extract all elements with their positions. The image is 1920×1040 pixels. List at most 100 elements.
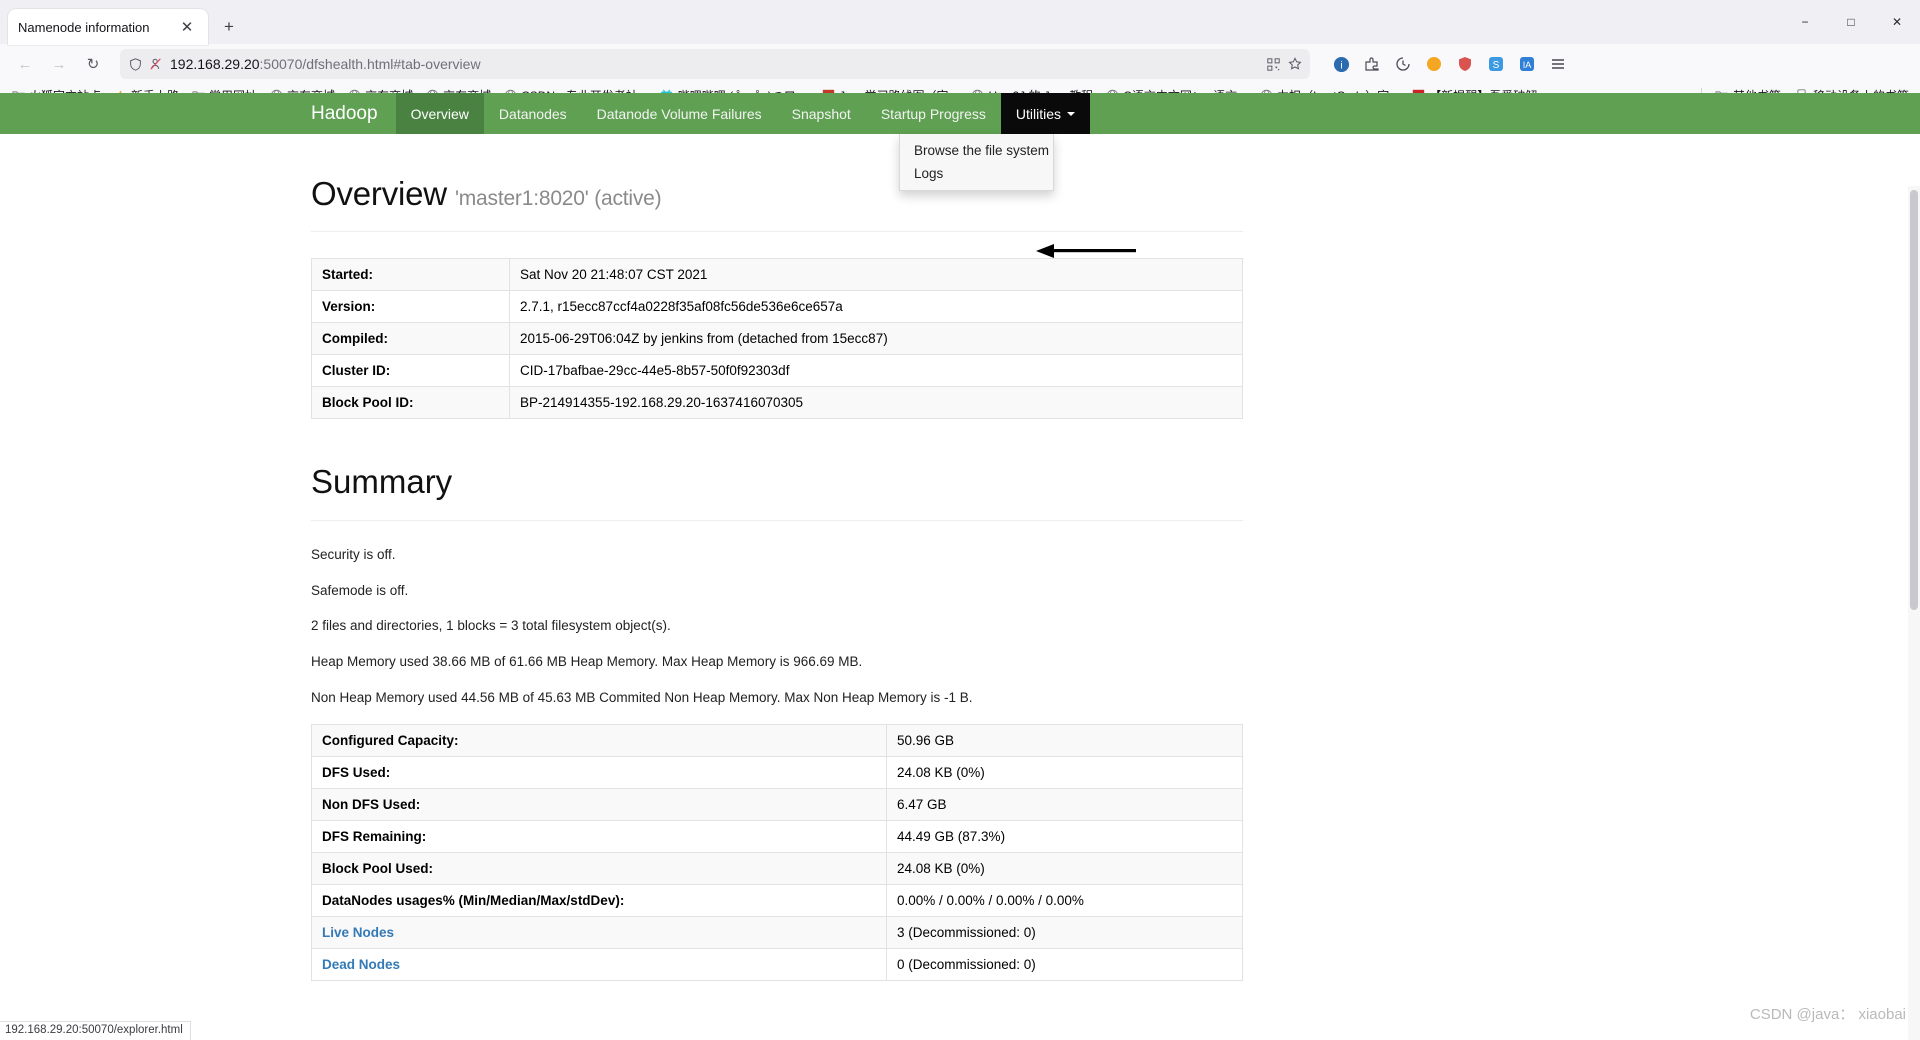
account-icon[interactable]: i [1328,51,1354,77]
table-row: Dead Nodes 0 (Decommissioned: 0) [311,948,1243,982]
row-value: 6.47 GB [886,788,1243,822]
row-key-link[interactable]: Dead Nodes [311,948,887,982]
browser-window: Namenode information ✕ + − □ ✕ ← → ↻ 192… [0,0,1920,1040]
table-row: DFS Used: 24.08 KB (0%) [311,756,1243,790]
nav-item-datanode-volume-failures[interactable]: Datanode Volume Failures [582,93,777,134]
tracker-blocked-icon[interactable] [149,57,163,71]
page-title: Overview 'master1:8020' (active) [311,175,1243,212]
star-icon[interactable] [1288,57,1302,71]
table-row: Started: Sat Nov 20 21:48:07 CST 2021 [311,258,1243,292]
shield-icon[interactable] [128,57,142,71]
summary-paragraph: 2 files and directories, 1 blocks = 3 to… [311,618,671,634]
row-value: Sat Nov 20 21:48:07 CST 2021 [509,258,1243,292]
row-value: 2.7.1, r15ecc87ccf4a0228f35af08fc56de536… [509,290,1243,324]
history-icon[interactable] [1390,51,1416,77]
row-value: 50.96 GB [886,724,1243,758]
table-row: DataNodes usages% (Min/Median/Max/stdDev… [311,884,1243,918]
minimize-icon[interactable]: − [1782,0,1828,44]
window-controls: − □ ✕ [1782,0,1920,44]
maximize-icon[interactable]: □ [1828,0,1874,44]
url-host: 192.168.29.20 [170,56,260,72]
nav-label: Datanode Volume Failures [596,105,762,122]
hadoop-navbar: Hadoop Overview Datanodes Datanode Volum… [0,93,1920,191]
url-text: 192.168.29.20:50070/dfshealth.html#tab-o… [170,56,1259,72]
row-value: CID-17bafbae-29cc-44e5-8b57-50f0f92303df [509,354,1243,388]
table-row: Live Nodes 3 (Decommissioned: 0) [311,916,1243,950]
row-key: Started: [311,258,510,292]
row-key: Compiled: [311,322,510,356]
shopping-icon[interactable] [1421,51,1447,77]
dead-nodes-link[interactable]: Dead Nodes [322,957,400,972]
toolbar-extensions: i S IA [1322,51,1571,77]
table-row: Compiled: 2015-06-29T06:04Z by jenkins f… [311,322,1243,356]
link-status-tooltip: 192.168.29.20:50070/explorer.html [0,1021,191,1040]
page-scrollbar[interactable] [1908,186,1920,1040]
menu-item-browse-the-file-system[interactable]: Browse the file system [900,139,1053,162]
browser-toolbar: ← → ↻ 192.168.29.20:50070/dfshealth.html… [0,44,1920,84]
menu-item-logs[interactable]: Logs [900,162,1053,185]
overview-table: Started: Sat Nov 20 21:48:07 CST 2021 Ve… [311,258,1243,420]
row-key: DFS Used: [311,756,887,790]
row-key: DataNodes usages% (Min/Median/Max/stdDev… [311,884,887,918]
address-bar-actions [1266,57,1302,71]
summary-paragraph: Non Heap Memory used 44.56 MB of 45.63 M… [311,689,973,705]
row-key: Cluster ID: [311,354,510,388]
summary-paragraph: Safemode is off. [311,582,409,598]
table-row: Version: 2.7.1, r15ecc87ccf4a0228f35af08… [311,290,1243,324]
row-value: 44.49 GB (87.3%) [886,820,1243,854]
svg-text:S: S [1493,60,1500,71]
nav-label: Datanodes [498,105,567,122]
row-key: DFS Remaining: [311,820,887,854]
row-key-link[interactable]: Live Nodes [311,916,887,950]
address-bar[interactable]: 192.168.29.20:50070/dfshealth.html#tab-o… [120,49,1310,79]
summary-paragraph: Heap Memory used 38.66 MB of 61.66 MB He… [311,653,863,669]
chevron-down-icon [1067,111,1075,116]
scrollbar-thumb[interactable] [1910,190,1918,610]
page-content: Overview 'master1:8020' (active) Started:… [0,175,1243,1040]
nav-label: Snapshot [791,105,851,122]
hadoop-brand[interactable]: Hadoop [311,93,396,134]
nav-item-overview[interactable]: Overview [395,93,484,134]
qr-code-icon[interactable] [1266,57,1280,71]
extensions-icon[interactable] [1359,51,1385,77]
table-row: Cluster ID: CID-17bafbae-29cc-44e5-8b57-… [311,354,1243,388]
browser-tab[interactable]: Namenode information ✕ [8,9,208,45]
table-row: Configured Capacity: 50.96 GB [311,724,1243,758]
close-icon[interactable]: ✕ [176,16,198,38]
live-nodes-link[interactable]: Live Nodes [322,925,394,940]
table-row: Block Pool Used: 24.08 KB (0%) [311,852,1243,886]
summary-paragraph: Security is off. [311,547,396,563]
page-title-text: Overview [311,175,447,212]
nav-label: Overview [410,105,469,122]
nav-label: Utilities [1015,105,1061,122]
reload-icon[interactable]: ↻ [78,49,108,79]
row-value: 2015-06-29T06:04Z by jenkins from (detac… [509,322,1243,356]
translate-icon[interactable]: IA [1514,51,1540,77]
page-viewport: Hadoop Overview Datanodes Datanode Volum… [0,93,1920,1040]
row-key: Block Pool Used: [311,852,887,886]
row-key: Block Pool ID: [311,386,510,420]
svg-text:IA: IA [1523,60,1532,70]
hamburger-menu-icon[interactable] [1545,51,1571,77]
forward-icon[interactable]: → [44,49,74,79]
table-row: DFS Remaining: 44.49 GB (87.3%) [311,820,1243,854]
new-tab-button[interactable]: + [218,15,240,37]
row-value: 3 (Decommissioned: 0) [886,916,1243,950]
row-value: 0.00% / 0.00% / 0.00% / 0.00% [886,884,1243,918]
table-row: Non DFS Used: 6.47 GB [311,788,1243,822]
nav-item-startup-progress[interactable]: Startup Progress [866,93,1001,134]
watermark: CSDN @java： xiaobai [1749,1006,1906,1023]
nav-label: Startup Progress [880,105,986,122]
back-icon[interactable]: ← [10,49,40,79]
tab-title: Namenode information [18,19,150,35]
shield-extension-icon[interactable] [1452,51,1478,77]
sync-icon[interactable]: S [1483,51,1509,77]
nav-item-datanodes[interactable]: Datanodes [484,93,582,134]
row-key: Non DFS Used: [311,788,887,822]
divider [311,520,1243,522]
summary-table: Configured Capacity: 50.96 GB DFS Used: … [311,724,1243,982]
row-key: Version: [311,290,510,324]
nav-item-utilities[interactable]: Utilities [1000,93,1090,134]
nav-item-snapshot[interactable]: Snapshot [777,93,866,134]
window-close-icon[interactable]: ✕ [1874,0,1920,44]
